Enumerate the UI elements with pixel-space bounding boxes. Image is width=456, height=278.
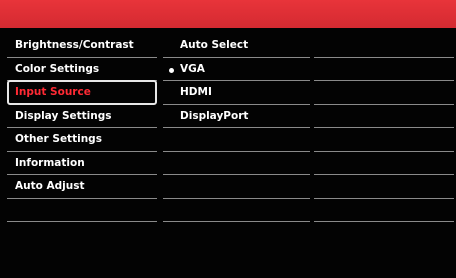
menu-item-label: Other Settings: [15, 133, 102, 145]
bullet-dot-icon: [169, 67, 174, 73]
detail-row: [314, 105, 454, 128]
submenu-item-empty: [163, 199, 310, 222]
submenu-item-empty: [163, 152, 310, 175]
submenu-item-label: HDMI: [180, 86, 212, 98]
detail-row: [314, 34, 454, 58]
menu-item-empty: [7, 199, 157, 222]
menu-item-information[interactable]: Information: [7, 152, 157, 175]
menu-item-display-settings[interactable]: Display Settings: [7, 105, 157, 128]
menu-item-label: Color Settings: [15, 62, 100, 75]
menu-item-auto-adjust[interactable]: Auto Adjust: [7, 175, 157, 199]
menu-item-color-settings[interactable]: Color Settings: [7, 58, 157, 81]
main-menu: Brightness/Contrast Color Settings Input…: [7, 34, 159, 222]
submenu-item-label: DisplayPort: [180, 109, 249, 122]
osd-header-bar: [0, 0, 456, 28]
menu-item-brightness-contrast[interactable]: Brightness/Contrast: [7, 34, 157, 58]
menu-item-label: Display Settings: [15, 109, 112, 122]
menu-item-input-source[interactable]: Input Source: [7, 80, 157, 105]
menu-item-label: Information: [15, 156, 85, 169]
submenu-item-hdmi[interactable]: HDMI: [163, 81, 310, 105]
submenu-item-displayport[interactable]: DisplayPort: [163, 105, 310, 128]
osd-menu: Brightness/Contrast Color Settings Input…: [0, 28, 456, 278]
detail-row: [314, 175, 454, 199]
submenu-item-auto-select[interactable]: Auto Select: [163, 34, 310, 58]
detail-row: [314, 58, 454, 81]
detail-row: [314, 152, 454, 175]
submenu-item-vga[interactable]: VGA: [163, 58, 310, 81]
detail-row: [314, 81, 454, 105]
submenu-item-label: VGA: [180, 62, 205, 75]
submenu-item-empty: [163, 128, 310, 152]
detail-row: [314, 128, 454, 152]
menu-item-label: Auto Adjust: [15, 180, 85, 192]
submenu-item-label: Auto Select: [180, 39, 249, 51]
menu-item-label: Brightness/Contrast: [15, 39, 134, 51]
detail-row: [314, 199, 454, 222]
submenu-item-empty: [163, 175, 310, 199]
input-source-submenu: Auto Select VGA HDMI DisplayPort: [163, 34, 310, 222]
menu-item-other-settings[interactable]: Other Settings: [7, 128, 157, 152]
detail-column: [314, 34, 454, 222]
menu-item-label: Input Source: [15, 86, 91, 98]
